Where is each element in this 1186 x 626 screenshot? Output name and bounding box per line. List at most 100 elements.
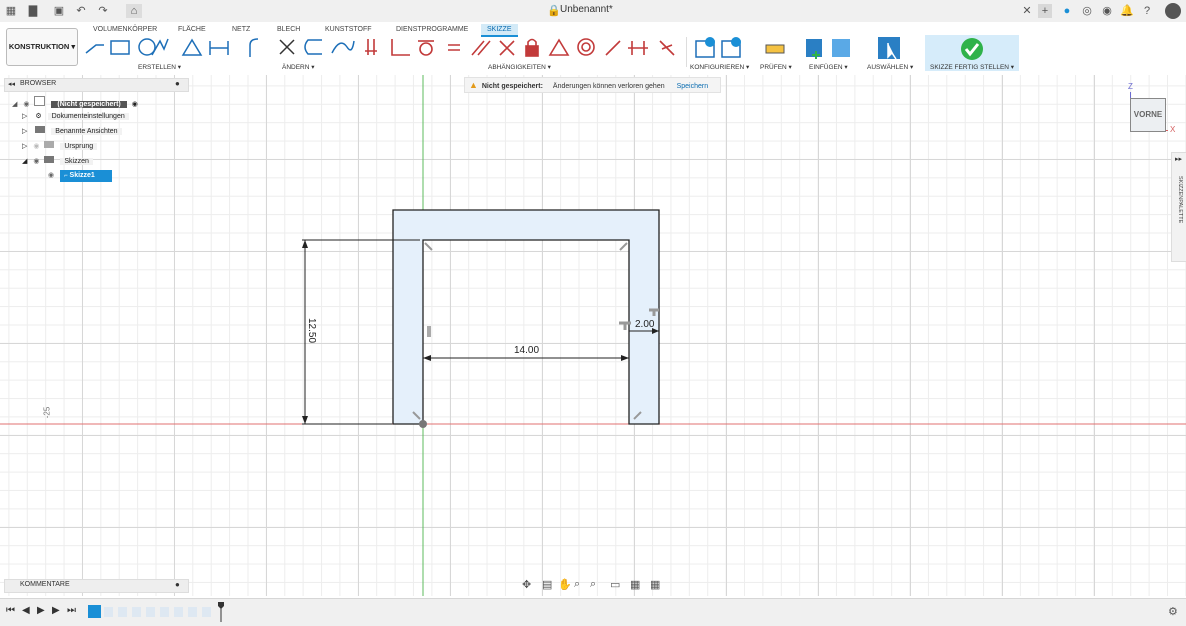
expand-icon[interactable]: ▷ — [22, 113, 27, 120]
timeline-marker[interactable] — [218, 602, 224, 622]
previous-step-icon[interactable]: ◀ — [22, 605, 30, 616]
timeline-sketch-item[interactable] — [88, 605, 101, 618]
tab-volumenkoerper[interactable]: VOLUMENKÖRPER — [93, 24, 157, 35]
tree-item-dokumenteinstellungen[interactable]: ▷ ⚙ Dokumenteinstellungen — [22, 111, 129, 123]
last-step-icon[interactable]: ⏭ — [67, 605, 76, 616]
help-icon[interactable]: ? — [1140, 4, 1154, 18]
group-erstellen[interactable]: ERSTELLEN ▾ — [138, 63, 181, 71]
timeline-settings-icon[interactable]: ⚙ — [1168, 605, 1178, 618]
tree-label: Dokumenteinstellungen — [47, 113, 129, 120]
play-icon[interactable]: ▶ — [37, 605, 45, 616]
tangent-icon — [419, 42, 433, 56]
file-icon[interactable]: ▇ — [26, 4, 40, 18]
orbit-icon[interactable]: ✥ — [522, 578, 531, 591]
fit-icon[interactable]: ⌕ — [590, 578, 596, 591]
close-tab-icon[interactable]: ✕ — [1020, 4, 1034, 18]
root-label[interactable]: (Nicht gespeichert) — [51, 101, 127, 108]
extensions-icon[interactable]: ● — [1060, 4, 1074, 18]
grid-menu-icon[interactable]: ▦ — [4, 4, 18, 18]
comments-panel-header[interactable]: KOMMENTARE ● — [4, 579, 189, 593]
group-skizze-fertig[interactable]: SKIZZE FERTIG STELLEN ▾ — [930, 63, 1014, 71]
sketch-item[interactable]: ⌐ Skizze1 — [60, 170, 113, 182]
group-konfigurieren[interactable]: KONFIGURIEREN ▾ — [690, 63, 749, 71]
unsaved-warning-bar: ▲ Nicht gespeichert: Änderungen können v… — [464, 77, 721, 93]
group-aendern[interactable]: ÄNDERN ▾ — [282, 63, 315, 71]
expand-icon[interactable]: ▷ — [22, 128, 27, 135]
look-at-icon[interactable]: ▤ — [542, 578, 552, 591]
redo-icon[interactable]: ↷ — [96, 4, 110, 18]
warning-label: Nicht gespeichert: — [481, 83, 543, 90]
folder-icon — [44, 156, 55, 163]
display-settings-icon[interactable]: ▭ — [610, 578, 620, 591]
sketch-icon: ⌐ — [64, 173, 68, 179]
tab-dienstprogramme[interactable]: DIENSTPROGRAMME — [396, 24, 468, 35]
browser-root[interactable]: ◢ ◉ (Nicht gespeichert) ◉ — [12, 96, 138, 108]
midpoint-icon — [548, 38, 570, 56]
pin-icon[interactable]: ● — [175, 79, 180, 88]
expand-icon[interactable]: ◢ — [12, 101, 17, 108]
tab-kunststoff[interactable]: KUNSTSTOFF — [325, 24, 372, 35]
viewports-icon[interactable]: ▦ — [650, 578, 660, 591]
viewcube[interactable]: VORNE — [1130, 98, 1166, 132]
navigation-bar: ✥ ▤ ✋ ⌕ ⌕ ▭ ▦ ▦ — [518, 578, 668, 592]
zoom-icon[interactable]: ⌕ — [574, 578, 580, 591]
dimension-width[interactable]: 14.00 — [514, 345, 539, 356]
group-einfuegen[interactable]: EINFÜGEN ▾ — [809, 63, 848, 71]
pan-icon[interactable]: ✋ — [558, 578, 572, 591]
expand-icon[interactable]: ◢ — [22, 158, 27, 165]
tab-netz[interactable]: NETZ — [232, 24, 250, 35]
new-tab-icon[interactable]: + — [1038, 4, 1052, 18]
horizontal-vertical-icon — [365, 39, 377, 55]
timeline-future-items — [104, 607, 214, 617]
home-icon[interactable]: ⌂ — [126, 4, 142, 18]
parallel-icon — [471, 40, 491, 56]
tree-item-benannte-ansichten[interactable]: ▷ Benannte Ansichten — [22, 126, 122, 138]
tree-item-skizzen[interactable]: ◢ ◉ Skizzen — [22, 156, 93, 168]
folder-icon — [35, 126, 46, 133]
create-tools-icons[interactable] — [82, 35, 357, 61]
expand-palette-icon[interactable]: ▸▸ — [1175, 155, 1182, 163]
finish-sketch-icon[interactable] — [960, 37, 984, 61]
sketch-geometry[interactable] — [0, 75, 1186, 596]
visibility-icon[interactable]: ◉ — [33, 143, 39, 150]
dimension-thickness[interactable]: 2.00 — [635, 319, 654, 330]
collapse-icon[interactable]: ◂◂ — [8, 80, 15, 88]
gear-icon: ⚙ — [35, 113, 42, 120]
group-pruefen[interactable]: PRÜFEN ▾ — [760, 63, 792, 71]
component-icon — [34, 96, 46, 106]
constraint-icons[interactable] — [362, 35, 684, 61]
first-step-icon[interactable]: ⏮ — [6, 605, 15, 616]
expand-icon[interactable]: ▷ — [22, 143, 27, 150]
browser-panel-header[interactable]: ◂◂ BROWSER ● — [4, 78, 189, 92]
job-status-icon[interactable]: ◎ — [1080, 4, 1094, 18]
save-link[interactable]: Speichern — [677, 83, 709, 90]
origin-point — [419, 420, 427, 428]
visibility-icon[interactable]: ◉ — [33, 158, 39, 165]
axis-x-label: X — [1170, 125, 1176, 134]
tab-flaeche[interactable]: FLÄCHE — [178, 24, 206, 35]
dimension-height[interactable]: 12.50 — [305, 318, 317, 346]
concentric-icon — [577, 38, 595, 56]
tree-item-ursprung[interactable]: ▷ ◉ Ursprung — [22, 141, 98, 153]
workspace-switcher[interactable]: KONSTRUKTION ▾ — [6, 28, 78, 66]
visibility-icon[interactable]: ◉ — [48, 172, 54, 179]
rectangle-icon — [110, 40, 130, 55]
group-auswaehlen[interactable]: AUSWÄHLEN ▾ — [867, 63, 913, 71]
save-icon[interactable]: ▣ — [52, 4, 66, 18]
u-profile — [392, 209, 660, 425]
group-abhaengigkeiten[interactable]: ABHÄNGIGKEITEN ▾ — [488, 63, 551, 71]
tab-blech[interactable]: BLECH — [277, 24, 300, 35]
document-title: Unbenannt* — [560, 4, 613, 15]
visibility-icon[interactable]: ◉ — [23, 101, 29, 108]
polygon-icon — [181, 38, 203, 56]
sketch-palette-tab[interactable]: ▸▸ SKIZZENPALETTE — [1171, 152, 1186, 262]
activate-icon[interactable]: ◉ — [132, 101, 138, 108]
grid-settings-icon[interactable]: ▦ — [630, 578, 640, 591]
avatar[interactable] — [1165, 3, 1181, 19]
tree-item-skizze1[interactable]: ◉ ⌐ Skizze1 — [48, 170, 113, 182]
next-step-icon[interactable]: ▶ — [52, 605, 60, 616]
online-icon[interactable]: ◉ — [1100, 4, 1114, 18]
pin-icon[interactable]: ● — [175, 580, 180, 589]
notification-icon[interactable]: 🔔 — [1120, 4, 1134, 18]
undo-icon[interactable]: ↶ — [74, 4, 88, 18]
